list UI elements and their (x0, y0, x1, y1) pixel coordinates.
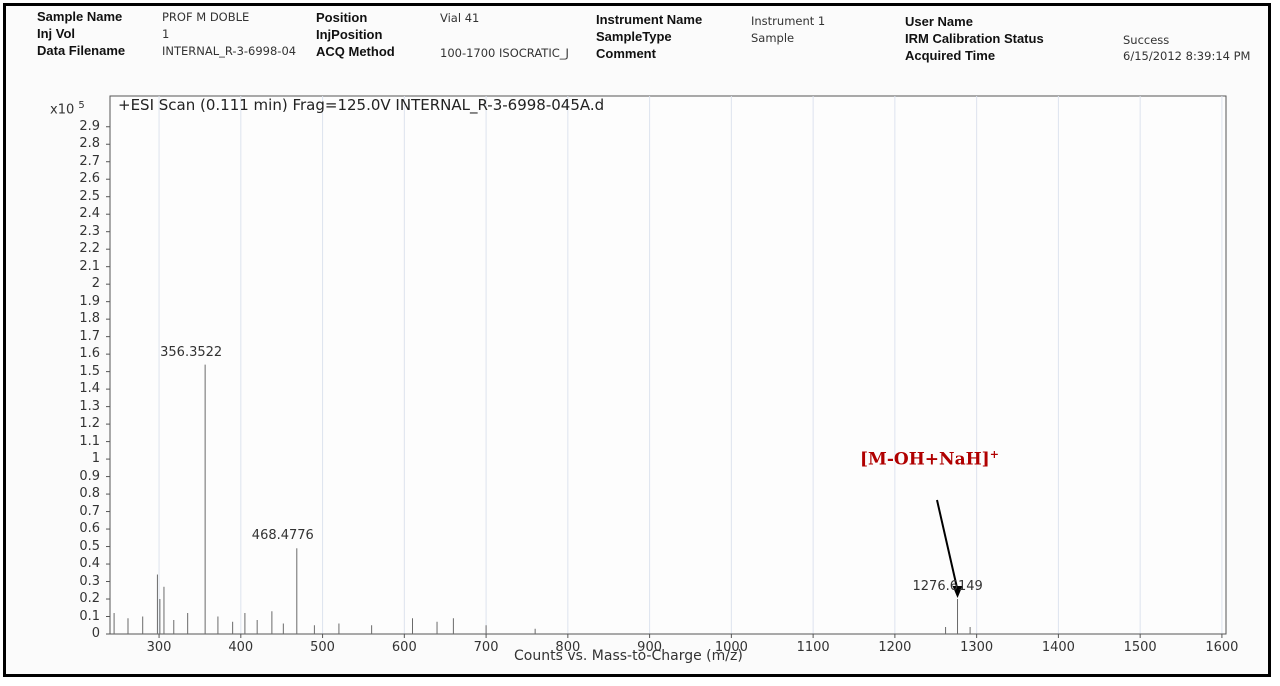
y-tick-label: 2.3 (79, 223, 100, 239)
chart-title: +ESI Scan (0.111 min) Frag=125.0V INTERN… (118, 96, 605, 114)
y-tick-label: 0.8 (79, 486, 100, 502)
y-tick-label: 2.6 (79, 171, 100, 187)
x-tick-label: 1400 (1041, 640, 1075, 655)
x-tick-label: 500 (310, 640, 335, 655)
ion-annotation-text: [M-OH+NaH] (860, 449, 990, 470)
x-tick-label: 300 (146, 640, 172, 655)
y-tick-label: 1.2 (79, 416, 100, 432)
x-tick-label: 400 (228, 640, 254, 655)
y-tick-label: 2.4 (79, 206, 100, 222)
y-tick-label: 0.1 (79, 608, 100, 624)
x-tick-label: 900 (637, 640, 662, 655)
y-tick-label: 1 (91, 451, 100, 467)
y-tick-label: 2.9 (79, 118, 100, 134)
x-tick-label: 1600 (1205, 640, 1239, 655)
y-tick-label: 2 (91, 276, 100, 292)
y-tick-label: 2.1 (79, 258, 100, 274)
y-tick-label: 2.5 (79, 188, 100, 204)
y-multiplier: x10 5 (50, 100, 85, 117)
x-tick-label: 1100 (796, 640, 830, 655)
y-tick-label: 2.2 (79, 241, 100, 257)
peak-label: 356.3522 (160, 344, 223, 360)
y-tick-label: 2.8 (79, 136, 100, 152)
y-tick-label: 0.3 (79, 573, 100, 589)
y-tick-label: 1.5 (79, 363, 100, 379)
ion-annotation: [M-OH+NaH]+ (860, 448, 999, 470)
x-tick-label: 1200 (878, 640, 912, 655)
y-multiplier-exponent: 5 (78, 100, 85, 111)
peak-label: 1276.6149 (912, 579, 983, 595)
y-tick-label: 0.5 (79, 538, 100, 554)
y-tick-label: 0 (91, 626, 100, 641)
y-tick-label: 0.6 (79, 521, 100, 537)
ion-annotation-charge: + (989, 448, 999, 461)
x-tick-label: 1500 (1123, 640, 1157, 655)
y-tick-label: 0.4 (79, 556, 100, 572)
y-tick-label: 1.4 (79, 381, 100, 397)
x-tick-label: 800 (555, 640, 581, 655)
y-tick-label: 0.2 (79, 591, 100, 607)
peak-label: 468.4776 (251, 528, 314, 544)
y-tick-label: 0.9 (79, 468, 100, 484)
x-tick-label: 1000 (714, 640, 748, 655)
y-tick-label: 0.7 (79, 503, 100, 519)
y-tick-label: 1.8 (79, 311, 100, 327)
y-tick-label: 1.3 (79, 398, 100, 414)
x-tick-label: 1300 (960, 640, 994, 655)
x-tick-label: 700 (473, 640, 499, 655)
y-tick-label: 1.7 (79, 328, 100, 344)
y-tick-label: 1.1 (79, 433, 100, 449)
x-tick-label: 600 (391, 640, 417, 655)
y-tick-label: 2.7 (79, 153, 100, 169)
y-tick-label: 1.9 (79, 293, 100, 309)
y-multiplier-base: x10 (50, 102, 75, 118)
y-tick-label: 1.6 (79, 346, 100, 362)
